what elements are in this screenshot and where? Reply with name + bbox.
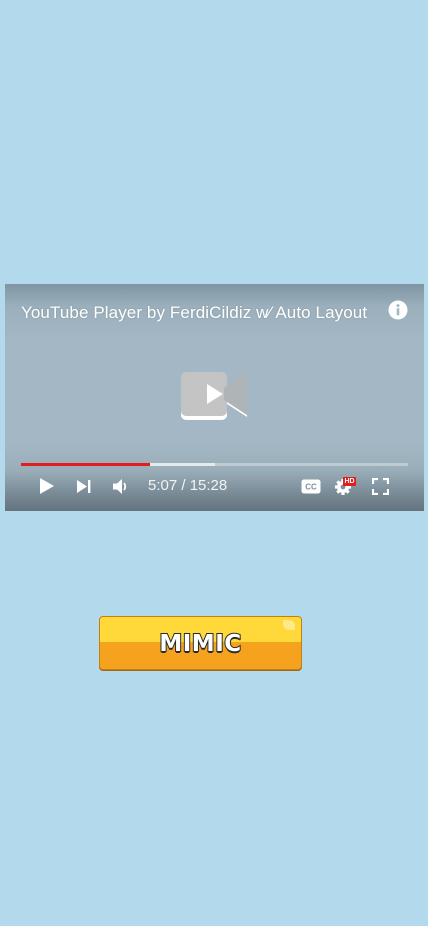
progress-played	[21, 463, 150, 466]
captions-button[interactable]: CC	[300, 476, 322, 496]
info-icon[interactable]	[388, 300, 408, 320]
fullscreen-icon	[371, 477, 389, 495]
hd-badge-label: HD	[344, 478, 355, 485]
play-button[interactable]	[38, 476, 56, 496]
play-icon	[40, 478, 54, 494]
time-display: 5:07 / 15:28	[148, 477, 228, 494]
progress-bar[interactable]	[21, 463, 408, 466]
skip-next-icon	[77, 479, 91, 493]
hd-badge: HD	[343, 477, 356, 486]
mimic-button-wrapper: MIMIC	[99, 616, 302, 670]
video-player[interactable]: YouTube Player by FerdiCildiz w⁄ Auto La…	[5, 284, 424, 511]
fullscreen-button[interactable]	[371, 476, 389, 496]
volume-icon	[113, 478, 127, 494]
svg-text:CC: CC	[305, 482, 317, 491]
mimic-button-label: MIMIC	[158, 630, 242, 658]
video-camera-play-icon[interactable]	[180, 370, 250, 422]
volume-button[interactable]	[111, 476, 131, 496]
video-title: YouTube Player by FerdiCildiz w⁄ Auto La…	[21, 303, 368, 322]
next-button[interactable]	[75, 476, 93, 496]
closed-captions-icon: CC	[301, 479, 321, 493]
mimic-button[interactable]: MIMIC	[99, 616, 302, 670]
